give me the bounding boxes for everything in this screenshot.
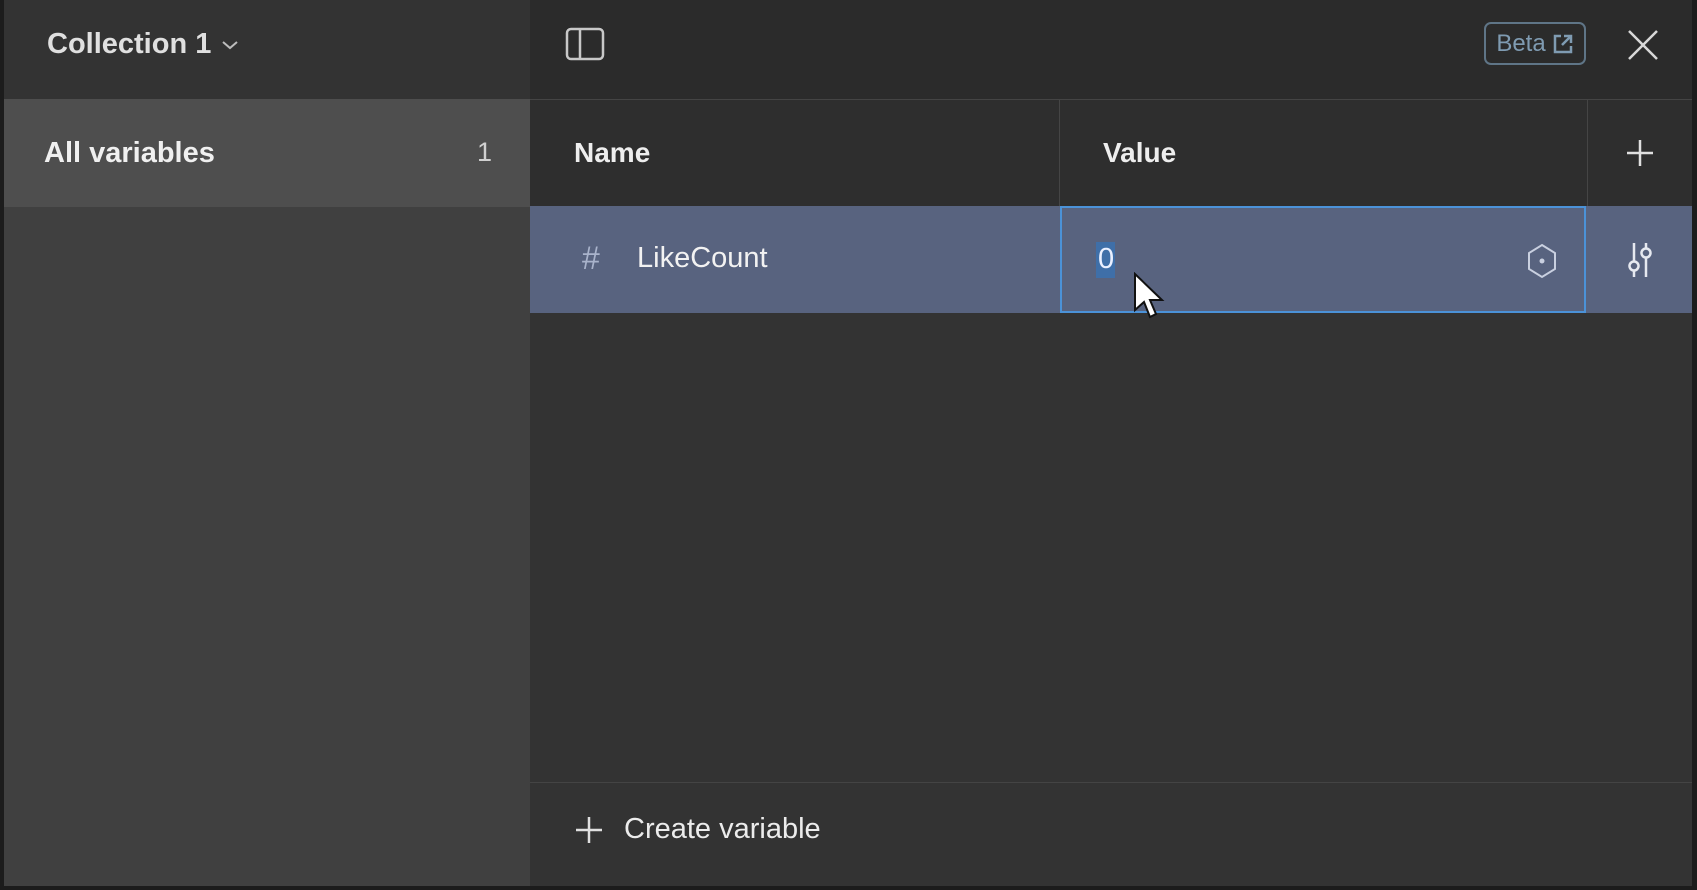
collection-dropdown[interactable]: Collection 1	[47, 28, 239, 61]
hexagon-alias-icon	[1528, 243, 1556, 279]
mouse-cursor-icon	[1134, 272, 1165, 319]
create-variable-label: Create variable	[624, 813, 821, 845]
add-mode-button[interactable]	[1588, 100, 1692, 206]
beta-label: Beta	[1496, 29, 1546, 57]
chevron-down-icon	[222, 40, 239, 49]
toggle-sidebar-button[interactable]	[565, 27, 605, 61]
external-link-icon	[1553, 34, 1572, 53]
table-footer: Create variable	[530, 782, 1692, 887]
top-bar: Beta	[530, 0, 1692, 100]
table-row[interactable]: # LikeCount	[530, 206, 1692, 313]
collection-title: Collection 1	[47, 28, 212, 60]
close-button[interactable]	[1626, 28, 1660, 62]
plus-icon	[1627, 140, 1653, 166]
close-icon	[1628, 30, 1658, 60]
column-header-value: Value	[1103, 137, 1177, 168]
create-variable-button[interactable]: Create variable	[574, 813, 821, 846]
sidebar-item-count: 1	[476, 137, 492, 167]
alias-button[interactable]	[1524, 241, 1560, 281]
collections-sidebar: Collection 1 All variables 1	[4, 0, 530, 886]
variable-settings-button[interactable]	[1588, 206, 1692, 313]
variables-main: Beta Name Value # LikeCount 0 Create var…	[530, 0, 1692, 886]
sidebar-toggle-icon	[565, 27, 605, 61]
sidebar-item-label: All variables	[44, 137, 215, 169]
sliders-icon	[1628, 242, 1652, 277]
variables-modal: Collection 1 All variables 1 Beta Name V…	[4, 0, 1692, 886]
plus-icon	[576, 816, 602, 843]
number-type-icon: #	[582, 240, 600, 276]
table-header: Name Value	[530, 100, 1692, 206]
variable-name[interactable]: LikeCount	[637, 242, 768, 275]
sidebar-item-all-variables[interactable]: All variables 1	[4, 99, 530, 207]
column-header-name: Name	[574, 137, 651, 168]
beta-link-button[interactable]: Beta	[1484, 22, 1586, 65]
sidebar-header: Collection 1	[4, 0, 530, 99]
